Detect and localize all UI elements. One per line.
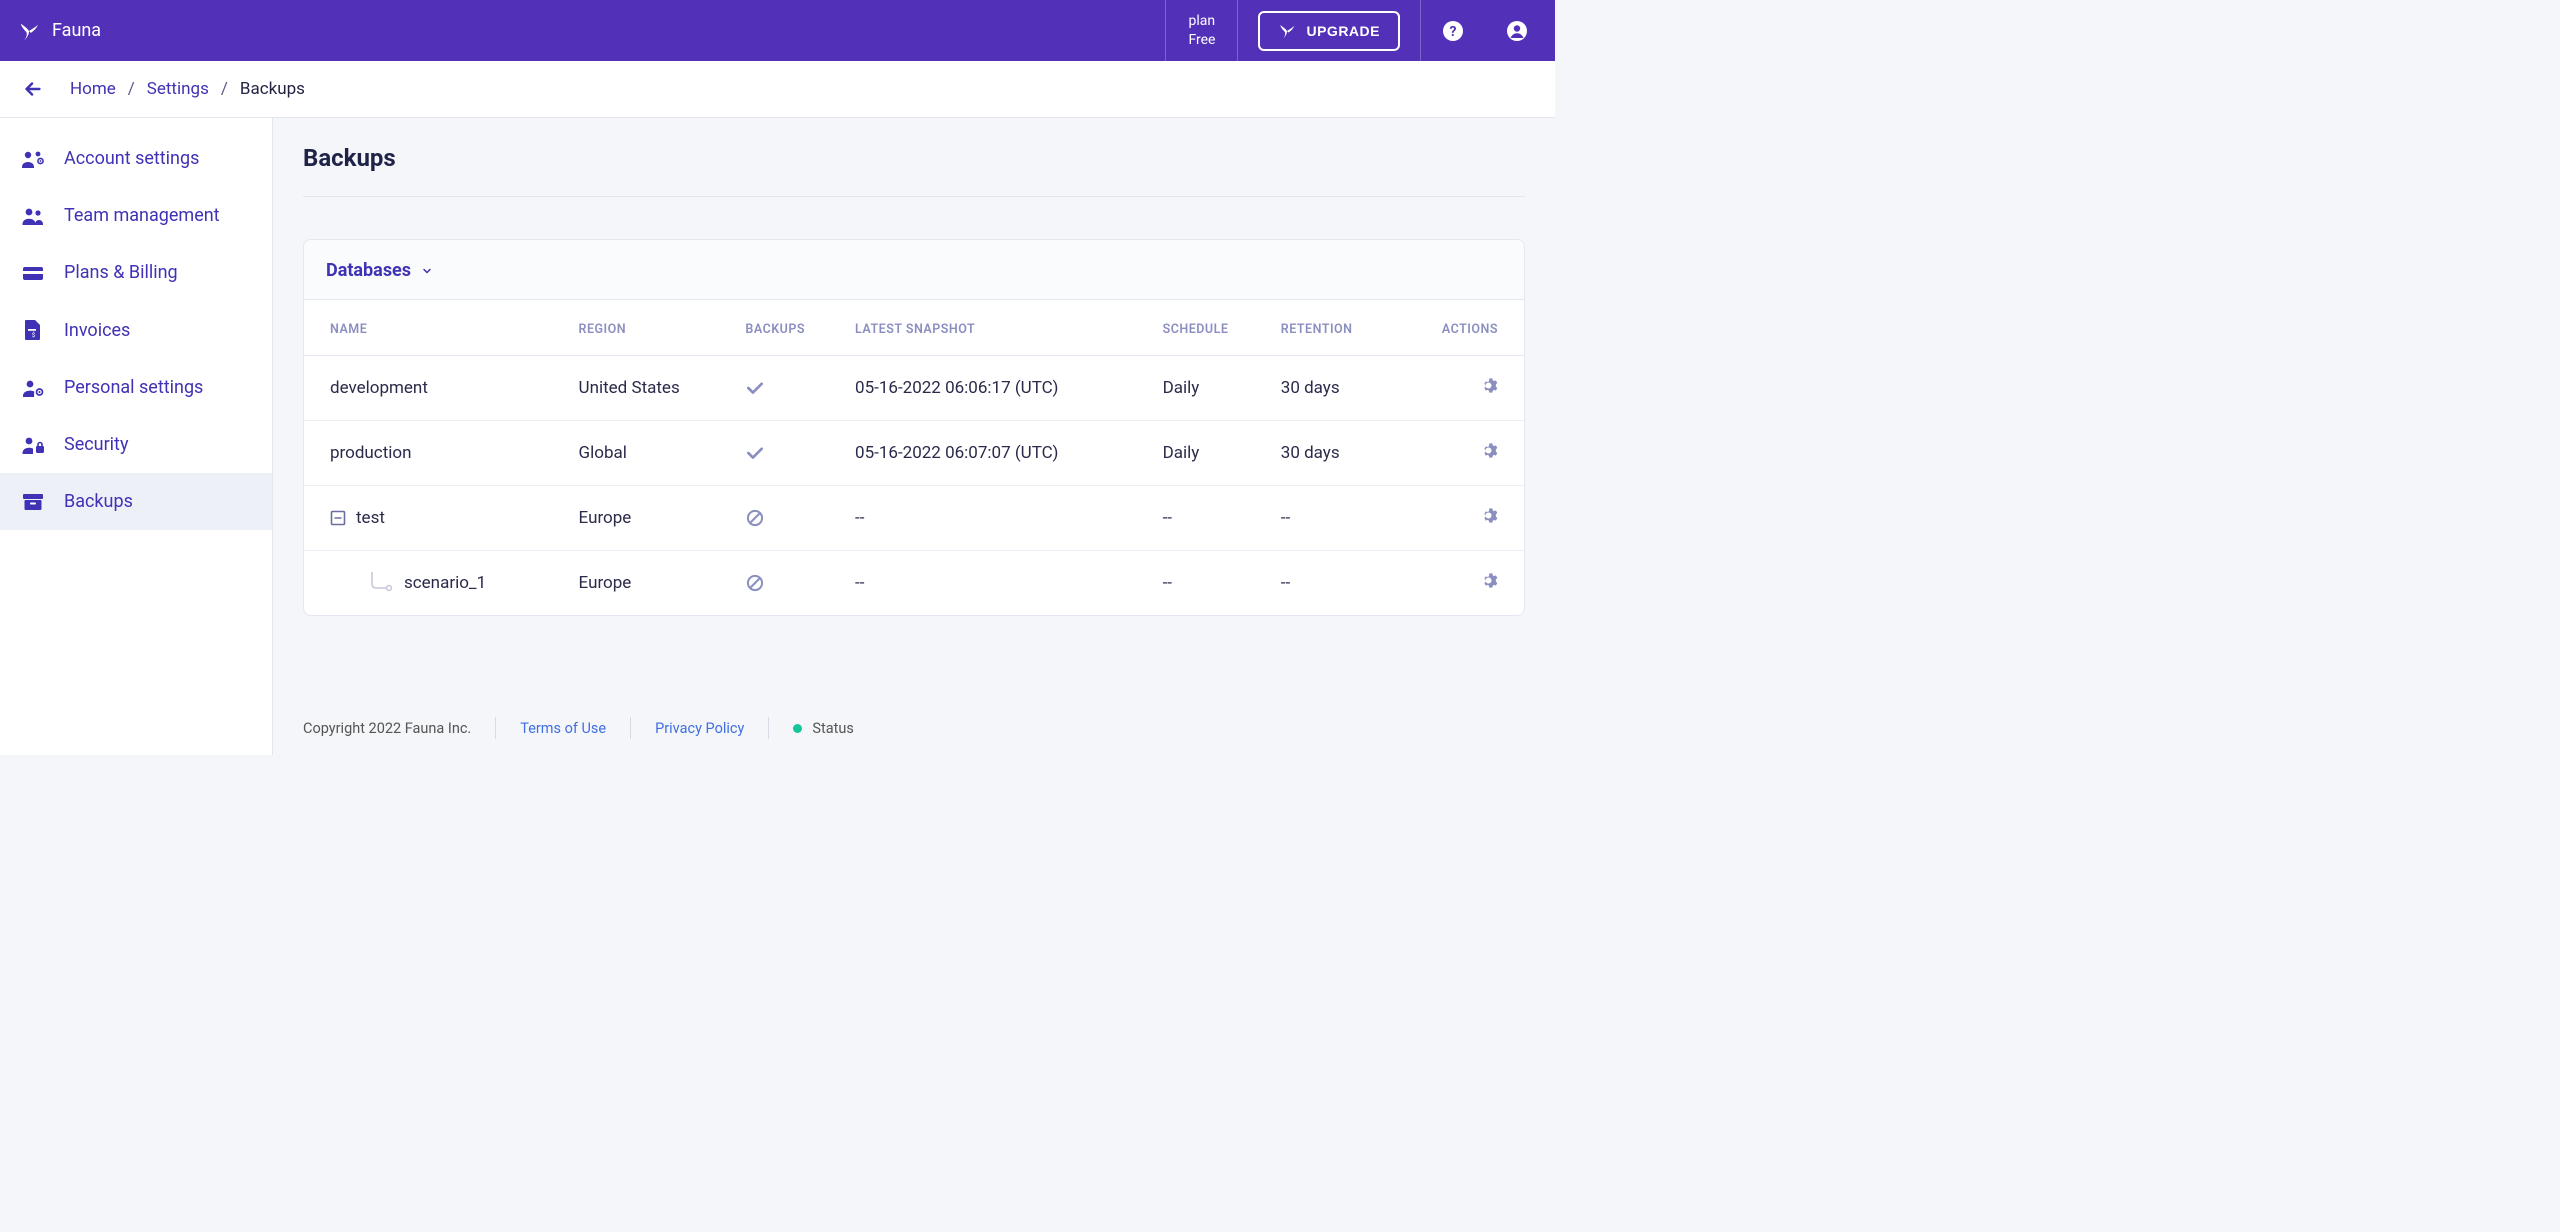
plan-box: plan Free [1165, 0, 1238, 61]
sidebar-item-account-settings[interactable]: Account settings [0, 130, 272, 187]
db-backups-status [735, 486, 845, 551]
row-settings-button[interactable] [1479, 506, 1498, 525]
sidebar-item-label: Personal settings [64, 377, 203, 398]
databases-table: NAMEREGIONBACKUPSLATEST SNAPSHOTSCHEDULE… [304, 300, 1524, 615]
column-header: NAME [304, 300, 569, 356]
disabled-icon [745, 508, 835, 528]
collapse-icon[interactable] [330, 510, 346, 526]
db-schedule: Daily [1153, 421, 1271, 486]
db-name[interactable]: test [356, 508, 385, 528]
column-header: LATEST SNAPSHOT [845, 300, 1153, 356]
disabled-icon [745, 573, 835, 593]
svg-text:?: ? [1450, 24, 1457, 40]
sidebar-item-label: Plans & Billing [64, 262, 178, 283]
row-settings-button[interactable] [1479, 376, 1498, 395]
sidebar-item-label: Backups [64, 491, 133, 512]
db-schedule: -- [1153, 551, 1271, 616]
db-schedule: -- [1153, 486, 1271, 551]
footer: Copyright 2022 Fauna Inc. Terms of Use P… [303, 687, 1525, 755]
breadcrumb-bar: Home / Settings / Backups [0, 61, 1555, 118]
db-schedule: Daily [1153, 356, 1271, 421]
footer-status[interactable]: Status [793, 720, 853, 737]
breadcrumb-settings[interactable]: Settings [147, 79, 209, 99]
db-latest-snapshot: -- [845, 551, 1153, 616]
plan-value: Free [1188, 31, 1215, 50]
sidebar-item-backups[interactable]: Backups [0, 473, 272, 530]
row-settings-button[interactable] [1479, 441, 1498, 460]
breadcrumb-separator: / [221, 79, 228, 99]
footer-terms-link[interactable]: Terms of Use [520, 720, 606, 737]
file-invoice-icon: $ [20, 319, 46, 341]
check-icon [745, 378, 835, 398]
breadcrumb: Home / Settings / Backups [70, 79, 305, 99]
brand-logo-icon [18, 20, 40, 42]
column-header: SCHEDULE [1153, 300, 1271, 356]
credit-card-icon [20, 263, 46, 283]
sidebar-item-team-management[interactable]: Team management [0, 187, 272, 244]
users-cog-icon [20, 149, 46, 169]
row-settings-button[interactable] [1479, 571, 1498, 590]
breadcrumb-current: Backups [240, 79, 305, 99]
sidebar-item-invoices[interactable]: $ Invoices [0, 301, 272, 359]
db-region: Europe [569, 486, 736, 551]
db-retention: -- [1271, 551, 1397, 616]
databases-card: Databases NAMEREGIONBACKUPSLATEST SNAPSH… [303, 239, 1525, 616]
db-region: United States [569, 356, 736, 421]
sidebar: Account settings Team management Plans & B… [0, 118, 273, 755]
card-title[interactable]: Databases [326, 260, 411, 281]
db-backups-status [735, 551, 845, 616]
footer-privacy-link[interactable]: Privacy Policy [655, 720, 744, 737]
sidebar-item-security[interactable]: Security [0, 416, 272, 473]
help-button[interactable]: ? [1421, 0, 1485, 61]
upgrade-label: UPGRADE [1306, 23, 1380, 39]
content: Backups Databases NAMEREGIONBACKUPSLATES… [273, 118, 1555, 755]
db-retention: 30 days [1271, 356, 1397, 421]
check-icon [745, 443, 835, 463]
table-row: development United States 05-16-2022 06:06… [304, 356, 1524, 421]
breadcrumb-separator: / [128, 79, 135, 99]
table-row: testEurope------ [304, 486, 1524, 551]
db-region: Europe [569, 551, 736, 616]
plan-label: plan [1188, 12, 1215, 31]
db-region: Global [569, 421, 736, 486]
breadcrumb-home[interactable]: Home [70, 79, 116, 99]
db-name[interactable]: development [330, 378, 428, 398]
archive-icon [20, 492, 46, 512]
bird-icon [1278, 22, 1296, 40]
chevron-down-icon[interactable] [421, 265, 433, 277]
column-header: BACKUPS [735, 300, 845, 356]
table-row: scenario_1Europe------ [304, 551, 1524, 616]
back-button[interactable] [22, 78, 44, 100]
sidebar-item-label: Team management [64, 205, 220, 226]
db-backups-status [735, 421, 845, 486]
users-icon [20, 206, 46, 226]
sidebar-item-label: Security [64, 434, 128, 455]
account-button[interactable] [1485, 0, 1555, 61]
tree-leaf-icon [368, 572, 394, 594]
db-latest-snapshot: 05-16-2022 06:07:07 (UTC) [845, 421, 1153, 486]
column-header: REGION [569, 300, 736, 356]
sidebar-item-personal-settings[interactable]: Personal settings [0, 359, 272, 416]
db-retention: 30 days [1271, 421, 1397, 486]
footer-copyright: Copyright 2022 Fauna Inc. [303, 720, 471, 737]
user-lock-icon [20, 435, 46, 455]
topbar: Fauna plan Free UPGRADE ? [0, 0, 1555, 61]
table-row: production Global 05-16-2022 06:07:07 (UTC… [304, 421, 1524, 486]
column-header: ACTIONS [1397, 300, 1524, 356]
upgrade-button[interactable]: UPGRADE [1258, 11, 1400, 51]
db-latest-snapshot: 05-16-2022 06:06:17 (UTC) [845, 356, 1153, 421]
page-title: Backups [303, 144, 1525, 197]
sidebar-item-label: Account settings [64, 148, 199, 169]
column-header: RETENTION [1271, 300, 1397, 356]
db-name[interactable]: scenario_1 [404, 573, 486, 593]
brand-name: Fauna [52, 20, 101, 41]
db-retention: -- [1271, 486, 1397, 551]
sidebar-item-label: Invoices [64, 320, 130, 341]
db-latest-snapshot: -- [845, 486, 1153, 551]
user-cog-icon [20, 378, 46, 398]
db-backups-status [735, 356, 845, 421]
sidebar-item-plans-billing[interactable]: Plans & Billing [0, 244, 272, 301]
db-name[interactable]: production [330, 443, 411, 463]
